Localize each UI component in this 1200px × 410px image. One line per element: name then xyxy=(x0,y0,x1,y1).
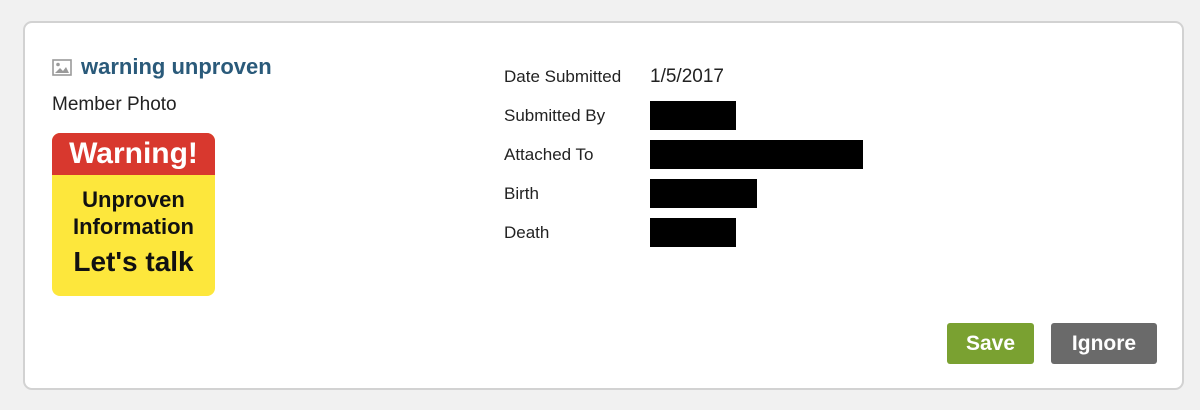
item-title-link[interactable]: warning unproven xyxy=(81,54,272,80)
attached-to-label: Attached To xyxy=(504,144,594,164)
detail-row-death: Death xyxy=(504,213,863,252)
detail-row-submitted-by: Submitted By xyxy=(504,96,863,135)
birth-label: Birth xyxy=(504,183,539,203)
submitted-by-redaction xyxy=(650,101,736,130)
review-card: warning unproven Member Photo Warning! U… xyxy=(23,21,1184,390)
thumbnail-line-2: Information xyxy=(73,214,194,239)
details-list: Date Submitted 1/5/2017 Submitted By Att… xyxy=(504,57,863,252)
thumbnail-line-1: Unproven xyxy=(82,187,185,212)
item-title-row: warning unproven xyxy=(52,54,272,80)
thumbnail-line-3: Let's talk xyxy=(73,246,194,277)
save-button[interactable]: Save xyxy=(947,323,1034,364)
detail-row-birth: Birth xyxy=(504,174,863,213)
death-label: Death xyxy=(504,222,550,242)
thumbnail-warning-text: Warning! xyxy=(52,133,215,175)
detail-row-date-submitted: Date Submitted 1/5/2017 xyxy=(504,57,863,96)
attached-to-redaction xyxy=(650,140,863,169)
member-photo-thumbnail[interactable]: Warning! Unproven Information Let's talk xyxy=(52,133,215,296)
date-submitted-value: 1/5/2017 xyxy=(650,65,724,87)
submitted-by-label: Submitted By xyxy=(504,105,606,125)
image-icon xyxy=(52,58,72,76)
item-type-label: Member Photo xyxy=(52,94,177,115)
date-submitted-label: Date Submitted xyxy=(504,66,622,86)
ignore-button[interactable]: Ignore xyxy=(1051,323,1157,364)
birth-redaction xyxy=(650,179,757,208)
death-redaction xyxy=(650,218,736,247)
detail-row-attached-to: Attached To xyxy=(504,135,863,174)
